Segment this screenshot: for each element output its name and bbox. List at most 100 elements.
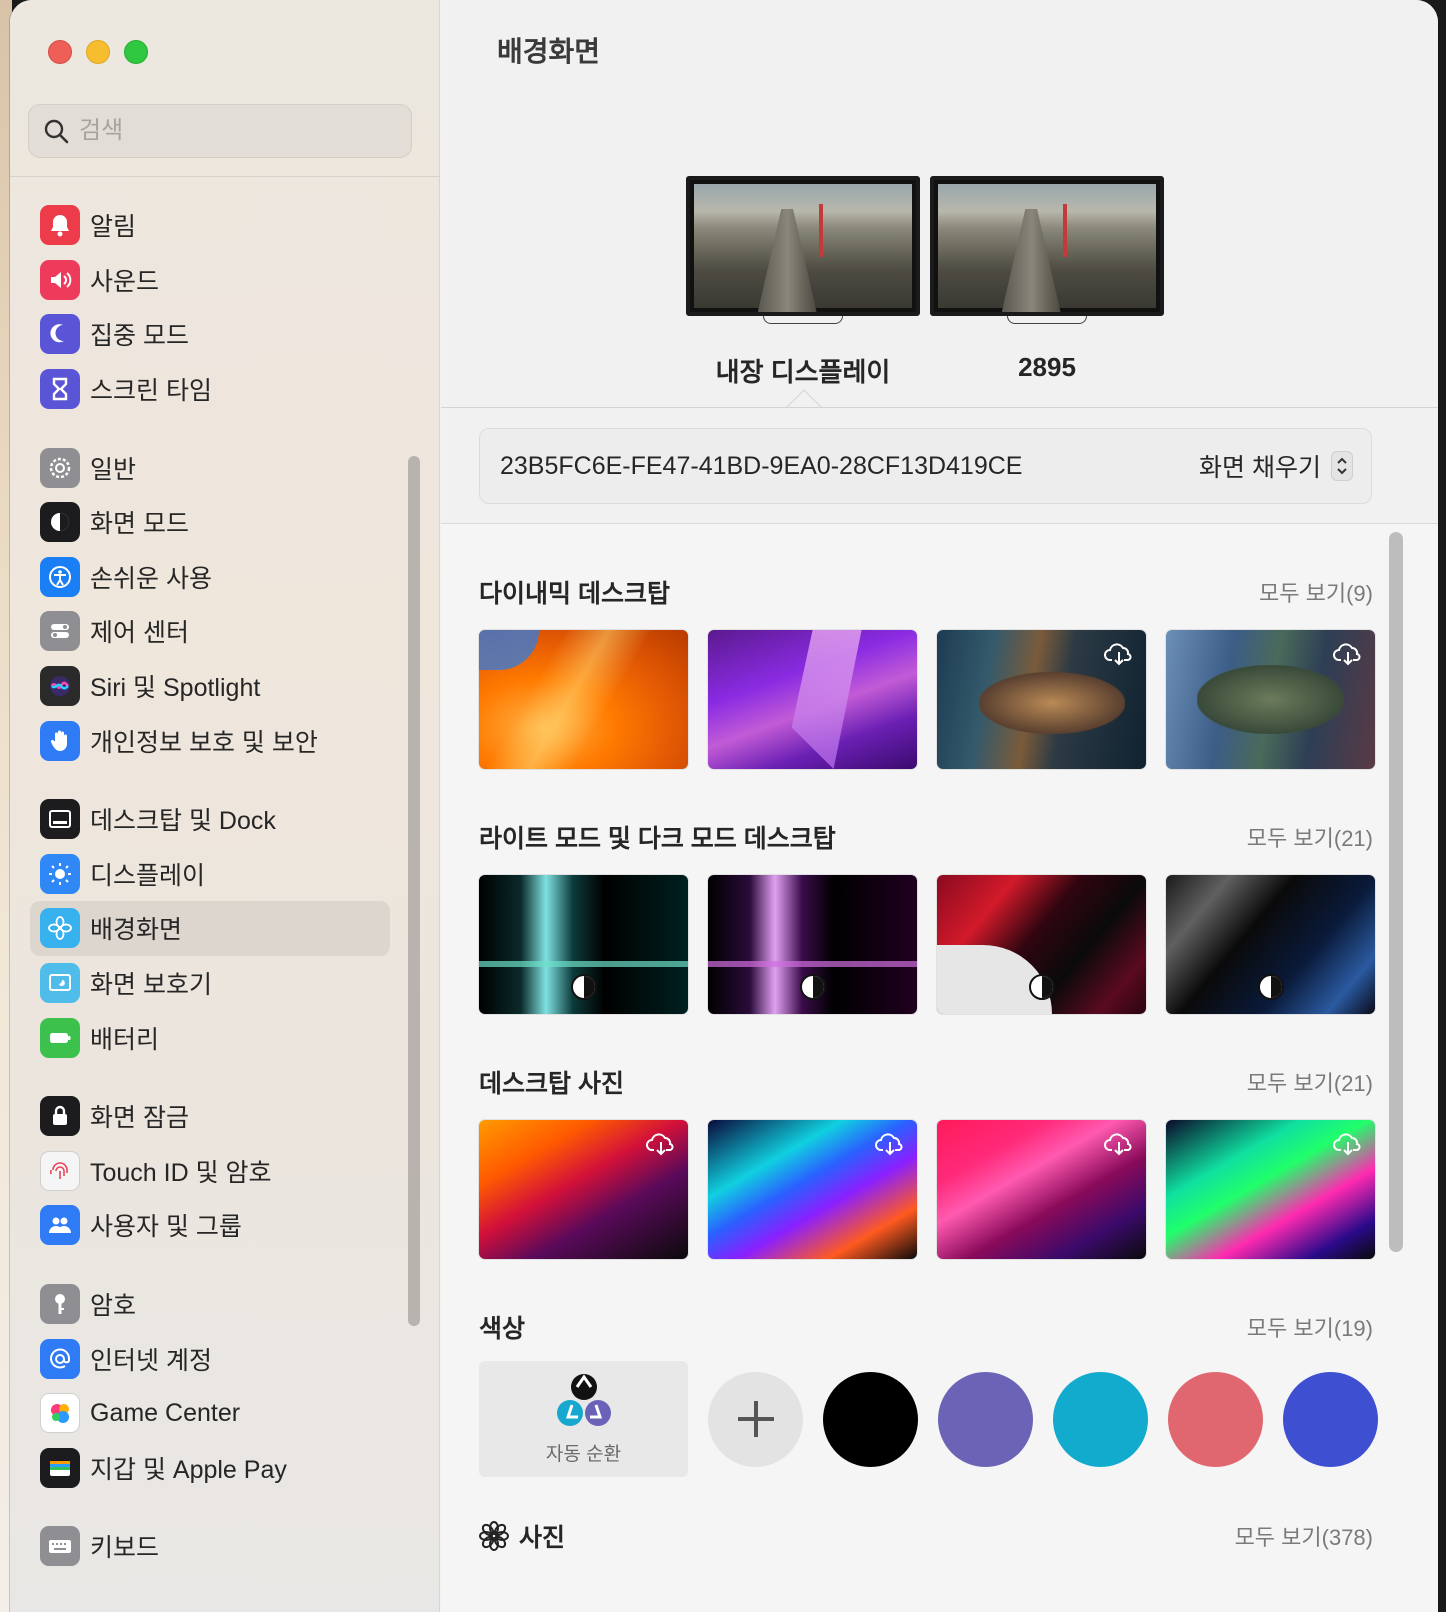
zoom-button[interactable]: [124, 40, 148, 64]
sidebar-item-label: 암호: [90, 1291, 137, 1320]
system-settings-window: 알림사운드집중 모드스크린 타임일반화면 모드손쉬운 사용제어 센터 Siri 및…: [10, 0, 1438, 1612]
see-all-link[interactable]: 모두 보기(19): [1247, 1311, 1373, 1343]
see-all-link[interactable]: 모두 보기(21): [1247, 821, 1373, 853]
sidebar-item[interactable]: Game Center: [30, 1386, 390, 1441]
section-title: 다이내믹 데스크탑: [479, 580, 670, 608]
sidebar-list: 알림사운드집중 모드스크린 타임일반 화면 모드손쉬운 사용제어 센터 Siri 및…: [30, 198, 390, 1598]
sidebar-group: 화면 잠금 Touch ID 및 암호 사용자 및 그룹: [30, 1089, 390, 1253]
sidebar-item[interactable]: 손쉬운 사용: [30, 550, 390, 605]
sidebar-item[interactable]: 키보드: [30, 1519, 390, 1574]
window-controls: [48, 40, 148, 64]
sidebar-item[interactable]: 스크린 타임: [30, 362, 390, 417]
sidebar-item[interactable]: 개인정보 보호 및 보안: [30, 713, 390, 768]
sidebar-item[interactable]: 알림: [30, 198, 390, 253]
sidebar-item[interactable]: 일반: [30, 440, 390, 495]
display-preview: [686, 176, 920, 316]
search-input[interactable]: [79, 117, 379, 145]
wallpaper-thumbnail[interactable]: [708, 1120, 917, 1259]
sidebar-item[interactable]: 화면 보호기: [30, 956, 390, 1011]
wallpaper-thumbnail[interactable]: [937, 875, 1146, 1014]
cloud-download-icon: [1104, 1133, 1132, 1156]
wallpaper-thumbnail[interactable]: [1166, 875, 1375, 1014]
section-light-dark: 라이트 모드 및 다크 모드 데스크탑 모두 보기(21): [479, 817, 1379, 1014]
sidebar-item-label: 스크린 타임: [90, 377, 212, 406]
speaker-icon: [40, 259, 80, 300]
sidebar-item-label: 디스플레이: [90, 861, 206, 890]
close-button[interactable]: [48, 40, 72, 64]
users-icon: [40, 1205, 80, 1246]
gallery-scrollbar[interactable]: [1389, 532, 1403, 1252]
sidebar-scrollbar[interactable]: [408, 456, 420, 1326]
wallpaper-thumbnail[interactable]: [479, 630, 688, 769]
display-selector: 내장 디스플레이 2895: [686, 176, 1164, 389]
color-swatch[interactable]: [938, 1371, 1033, 1467]
sidebar-item[interactable]: 화면 잠금: [30, 1089, 390, 1144]
wallpaper-thumbnail[interactable]: [708, 875, 917, 1014]
sidebar-item[interactable]: 화면 모드: [30, 495, 390, 550]
section-title: 색상: [479, 1315, 526, 1343]
sidebar-item[interactable]: 배경화면: [30, 901, 390, 956]
sidebar-divider: [10, 176, 440, 177]
hourglass-icon: [40, 369, 80, 410]
sidebar-item[interactable]: 디스플레이: [30, 847, 390, 902]
appearance-icon: [570, 974, 597, 1000]
sidebar-item[interactable]: 배터리: [30, 1010, 390, 1065]
gear-icon: [40, 447, 80, 488]
wallpaper-thumbnail[interactable]: [479, 875, 688, 1014]
see-all-link[interactable]: 모두 보기(9): [1259, 576, 1373, 608]
sidebar-item[interactable]: 집중 모드: [30, 307, 390, 362]
sidebar-item-label: Game Center: [90, 1398, 241, 1427]
color-swatch[interactable]: [1168, 1371, 1263, 1467]
sidebar-item[interactable]: 지갑 및 Apple Pay: [30, 1440, 390, 1495]
display-builtin[interactable]: 내장 디스플레이: [686, 176, 920, 389]
color-swatch[interactable]: [823, 1371, 918, 1467]
hand-icon: [40, 720, 80, 761]
fit-mode-popup[interactable]: 화면 채우기: [1199, 448, 1353, 484]
see-all-link[interactable]: 모두 보기(378): [1235, 1520, 1373, 1552]
section-dynamic: 다이내믹 데스크탑 모두 보기(9): [479, 572, 1379, 769]
search-field[interactable]: [28, 104, 412, 158]
sidebar-item[interactable]: 암호: [30, 1277, 390, 1332]
wallpaper-thumbnail[interactable]: [1166, 1120, 1375, 1259]
dock-icon: [40, 799, 80, 840]
siri-icon: [40, 666, 80, 707]
add-color-button[interactable]: [708, 1371, 803, 1467]
appearance-icon: [1028, 974, 1055, 1000]
sidebar-item[interactable]: 사운드: [30, 253, 390, 308]
display-stand: [763, 316, 843, 324]
wallpaper-thumbnail[interactable]: [708, 630, 917, 769]
auto-rotate-button[interactable]: 자동 순환: [479, 1361, 688, 1477]
sidebar-item-label: 개인정보 보호 및 보안: [90, 728, 318, 757]
keyboard-icon: [40, 1526, 80, 1567]
sidebar-item-label: 손쉬운 사용: [90, 564, 212, 593]
sidebar-item[interactable]: 인터넷 계정: [30, 1331, 390, 1386]
wallpaper-thumbnail[interactable]: [479, 1120, 688, 1259]
battery-icon: [40, 1017, 80, 1058]
main-pane: 배경화면 내장 디스플레이 2895 23B5FC6E-FE47-41BD-9E…: [441, 0, 1438, 1612]
display-name: 내장 디스플레이: [715, 357, 891, 387]
divider: [441, 407, 1438, 408]
sidebar-item-label: 사운드: [90, 267, 160, 296]
auto-rotate-label: 자동 순환: [545, 1443, 622, 1465]
cloud-download-icon: [646, 1133, 674, 1156]
sidebar: 알림사운드집중 모드스크린 타임일반화면 모드손쉬운 사용제어 센터 Siri 및…: [10, 0, 440, 1612]
wallpaper-thumbnail[interactable]: [937, 1120, 1146, 1259]
color-swatch[interactable]: [1053, 1371, 1148, 1467]
wallet-icon: [40, 1447, 80, 1488]
page-title: 배경화면: [497, 36, 601, 67]
sidebar-item[interactable]: 사용자 및 그룹: [30, 1198, 390, 1253]
minimize-button[interactable]: [86, 40, 110, 64]
plus-icon: [737, 1401, 774, 1437]
sidebar-item[interactable]: 데스크탑 및 Dock: [30, 792, 390, 847]
sidebar-item[interactable]: 제어 센터: [30, 604, 390, 659]
section-title: 데스크탑 사진: [479, 1070, 624, 1098]
display-external[interactable]: 2895: [930, 176, 1164, 389]
color-swatch[interactable]: [1283, 1371, 1378, 1467]
wallpaper-thumbnail[interactable]: [937, 630, 1146, 769]
see-all-link[interactable]: 모두 보기(21): [1247, 1066, 1373, 1098]
sidebar-item[interactable]: Siri 및 Spotlight: [30, 659, 390, 714]
chevron-updown-icon: [1331, 451, 1353, 481]
wallpaper-thumbnail[interactable]: [1166, 630, 1375, 769]
sidebar-group: 일반 화면 모드손쉬운 사용제어 센터 Siri 및 Spotlight 개인정보 보…: [30, 440, 390, 768]
sidebar-item[interactable]: Touch ID 및 암호: [30, 1144, 390, 1199]
